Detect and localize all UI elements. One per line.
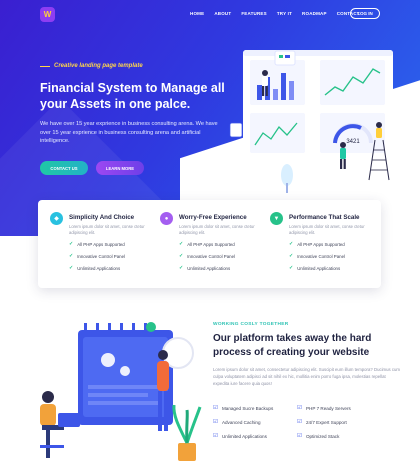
feature-list: ✓ All PHP Apps Supported ✓ Innovative Cont… (289, 241, 345, 277)
user-icon: ● (160, 212, 173, 225)
nav-features[interactable]: FEATURES (241, 11, 267, 16)
list-item: ✓ Innovative Control Panel (69, 253, 126, 259)
hero-title: Financial System to Manage all your Asse… (40, 81, 225, 111)
service-item: ☑ Optimized Stack (297, 433, 340, 439)
learn-more-button[interactable]: LEARN MORE (96, 161, 144, 175)
list-item: ✓ Unlimited Applications (69, 265, 121, 271)
logo[interactable]: W (40, 7, 55, 22)
list-item: ✓ Innovative Control Panel (289, 253, 346, 259)
feature-description: Lorem ipsum dolor sit amet, conse ctetur… (69, 224, 145, 235)
dashboard-illustration: 3421 (229, 50, 393, 193)
feature-title: Worry-Free Experience (179, 214, 247, 221)
list-item: ✓ All PHP Apps Supported (179, 241, 235, 247)
service-item: ☑ Advanced Caching (213, 419, 261, 425)
feature-title: Simplicity And Choice (69, 214, 135, 221)
service-icon: ☑ (297, 419, 302, 425)
nav-roadmap[interactable]: ROADMAP (302, 11, 327, 16)
layers-icon: ◆ (50, 212, 63, 225)
section-description: Lorem ipsum dolor sit amet, consectetur … (213, 367, 400, 386)
nav-about[interactable]: ABOUT (214, 11, 231, 16)
feature-title: Performance That Scale (289, 214, 360, 221)
service-icon: ☑ (297, 405, 302, 411)
service-item: ☑ Managed Sucre Backups (213, 405, 274, 411)
check-icon: ✓ (69, 253, 74, 259)
section-eyebrow: WORKING COSLY TOGETHER (213, 322, 289, 327)
list-item: ✓ All PHP Apps Supported (289, 241, 345, 247)
check-icon: ✓ (69, 241, 74, 247)
hero-tagline: Creative landing page template (40, 63, 143, 69)
service-item: ☑ 24/7 Expert Support (297, 419, 347, 425)
check-icon: ✓ (179, 253, 184, 259)
list-item: ✓ All PHP Apps Supported (69, 241, 125, 247)
service-icon: ☑ (213, 405, 218, 411)
section-title: Our platform takes away the hard process… (213, 333, 372, 358)
feature-description: Lorem ipsum dolor sit amet, conse ctetur… (289, 224, 365, 235)
contact-us-button[interactable]: CONTACT US (40, 161, 88, 175)
check-icon: ✓ (289, 265, 294, 271)
service-icon: ☑ (297, 433, 302, 439)
shield-icon: ▼ (270, 212, 283, 225)
service-item: ☑ Unlimited Applications (213, 433, 267, 439)
service-item: ☑ PHP 7 Ready Servers (297, 405, 351, 411)
check-icon: ✓ (179, 265, 184, 271)
service-icon: ☑ (213, 433, 218, 439)
team-illustration (40, 322, 202, 461)
list-item: ✓ Unlimited Applications (289, 265, 341, 271)
hero-description: We have over 15 year exprience in busine… (40, 121, 218, 144)
check-icon: ✓ (289, 253, 294, 259)
feature-description: Lorem ipsum dolor sit amet, conse ctetur… (179, 224, 255, 235)
list-item: ✓ Unlimited Applications (179, 265, 231, 271)
nav-try-it[interactable]: TRY IT (277, 11, 292, 16)
list-item: ✓ Innovative Control Panel (179, 253, 236, 259)
tagline-text: Creative landing page template (54, 63, 143, 69)
check-icon: ✓ (289, 241, 294, 247)
tagline-dash (40, 65, 50, 67)
nav-home[interactable]: HOME (190, 11, 204, 16)
gauge-value: 3421 (346, 139, 360, 145)
feature-list: ✓ All PHP Apps Supported ✓ Innovative Cont… (69, 241, 125, 277)
features-card: ◆ Simplicity And Choice Lorem ipsum dolo… (38, 200, 381, 288)
check-icon: ✓ (179, 241, 184, 247)
feature-list: ✓ All PHP Apps Supported ✓ Innovative Cont… (179, 241, 235, 277)
check-icon: ✓ (69, 265, 74, 271)
service-icon: ☑ (213, 419, 218, 425)
main-nav: HOME ABOUT FEATURES TRY IT ROADMAP CONTA… (190, 11, 370, 16)
login-button[interactable]: LOG IN (350, 8, 380, 19)
